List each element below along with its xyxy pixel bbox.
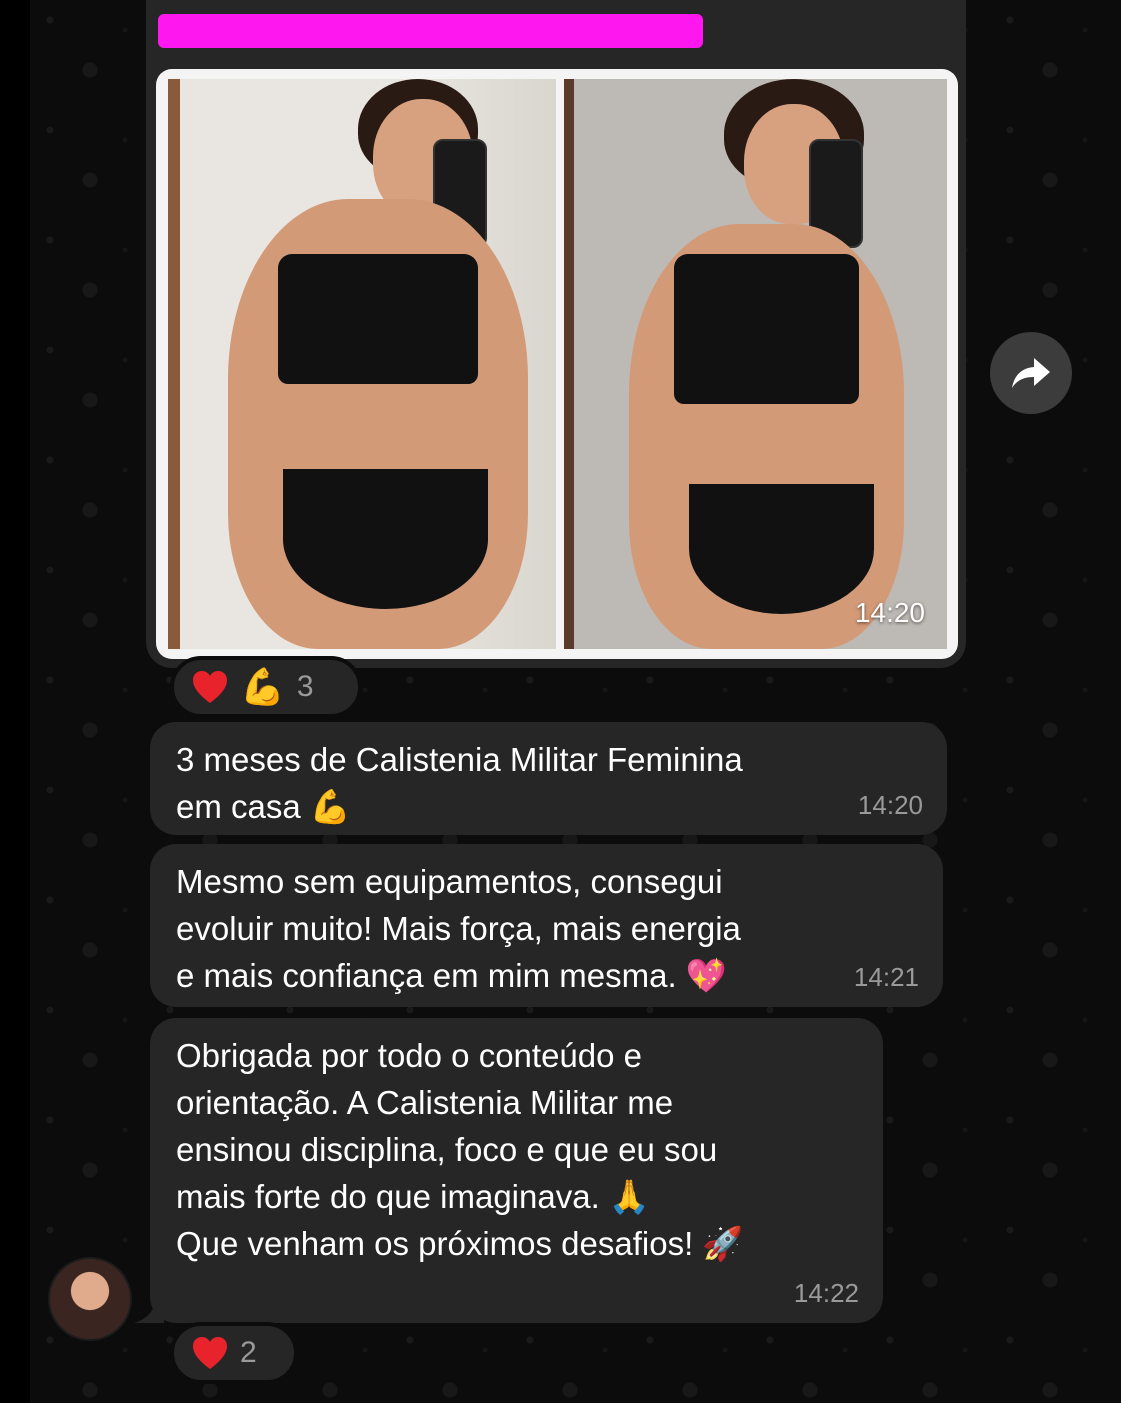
photo-timestamp: 14:20 — [854, 597, 925, 628]
before-after-photo[interactable]: 14:20 — [156, 69, 958, 659]
bubble-tail — [134, 1295, 164, 1323]
message-text-1: 3 meses de Calistenia Militar Feminina e… — [176, 741, 743, 825]
message-bubble-3[interactable]: Obrigada por todo o conteúdo e orientaçã… — [150, 1018, 883, 1323]
heart-icon — [192, 670, 228, 704]
message-text-3: Obrigada por todo o conteúdo e orientaçã… — [176, 1037, 744, 1262]
message-time-2: 14:21 — [853, 962, 919, 992]
message-time-1: 14:20 — [857, 790, 923, 820]
reaction-count: 2 — [240, 1336, 257, 1369]
message-bubble-1[interactable]: 3 meses de Calistenia Militar Feminina e… — [150, 722, 947, 835]
avatar[interactable] — [48, 1257, 132, 1341]
message-bubble-2[interactable]: Mesmo sem equipamentos, consegui evoluir… — [150, 844, 943, 1007]
message-text-2: Mesmo sem equipamentos, consegui evoluir… — [176, 863, 741, 994]
reaction-count: 3 — [296, 670, 314, 703]
message-time-3: 14:22 — [793, 1278, 859, 1308]
redacted-sender-name — [158, 14, 703, 48]
flexed-biceps-emoji: 💪 — [240, 666, 285, 707]
before-photo — [168, 79, 556, 649]
forward-arrow-icon — [1012, 358, 1050, 388]
forward-button[interactable] — [990, 332, 1072, 414]
reactions-photo[interactable]: 💪 3 — [170, 656, 362, 718]
after-photo: 14:20 — [564, 79, 947, 649]
reactions-message-3[interactable]: 2 — [170, 1322, 298, 1384]
heart-icon — [192, 1336, 228, 1370]
